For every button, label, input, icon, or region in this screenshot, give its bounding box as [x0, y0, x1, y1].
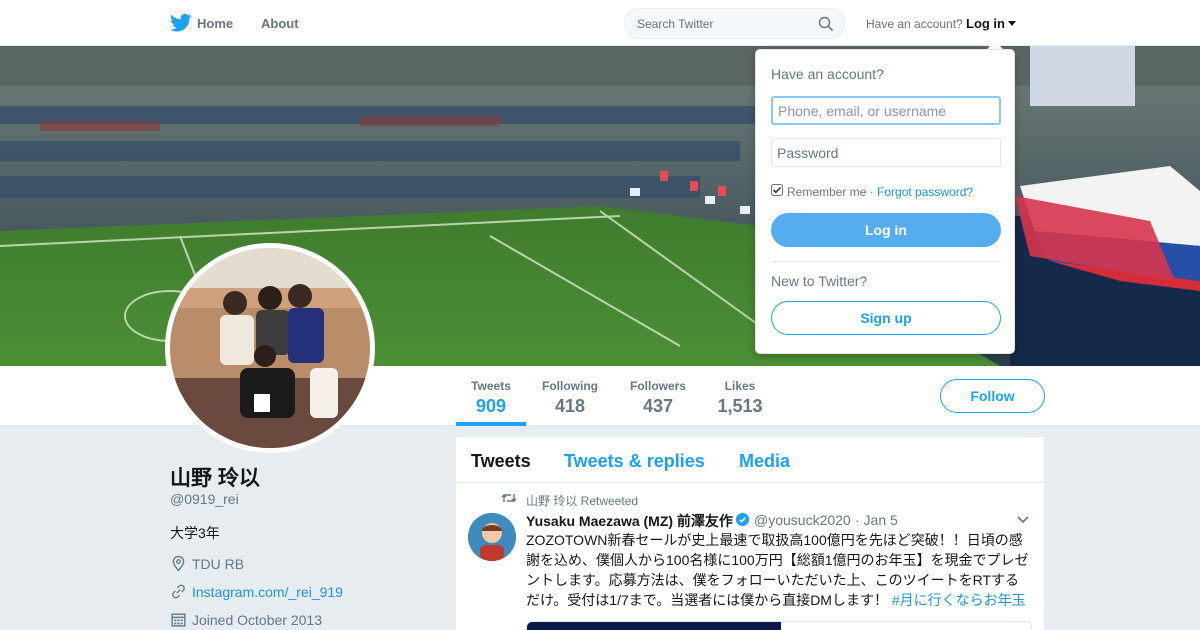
remember-separator: ·: [866, 185, 878, 199]
stat-following-value: 418: [554, 396, 586, 416]
stat-tweets-value: 909: [475, 396, 507, 416]
username-field[interactable]: [771, 96, 1001, 125]
have-account-text: Have an account?: [866, 17, 963, 31]
tweet-author-avatar[interactable]: [468, 513, 516, 561]
profile-name[interactable]: 山野 玲以: [170, 462, 260, 492]
tweet-media-image[interactable]: [527, 622, 781, 630]
follow-button[interactable]: Follow: [940, 379, 1045, 413]
retweet-icon: [501, 494, 517, 502]
login-menu-button[interactable]: Log in: [966, 16, 1005, 31]
verified-badge-icon: [735, 512, 750, 527]
nav-about-link[interactable]: About: [261, 16, 299, 31]
dropdown-divider: [771, 261, 1001, 262]
stat-likes-label: Likes: [724, 379, 756, 393]
nav-home-link[interactable]: Home: [197, 16, 233, 31]
profile-bio: 大学3年: [170, 525, 220, 541]
stat-following[interactable]: Following 418: [541, 379, 599, 417]
chevron-down-icon[interactable]: [1017, 516, 1029, 524]
location-icon: [172, 555, 185, 572]
remember-row: Remember me · Forgot password?: [787, 185, 973, 199]
tweet-text: ZOZOTOWN新春セールが史上最速で取扱高100億円を先ほど突破！！日頃の感謝…: [526, 530, 1032, 610]
tab-tweets[interactable]: Tweets: [471, 451, 531, 472]
retweet-context[interactable]: 山野 玲以 Retweeted: [526, 492, 638, 509]
timeline: Tweets Tweets & replies Media 山野 玲以 Retw…: [456, 437, 1044, 630]
tweet-timestamp[interactable]: · Jan 5: [855, 512, 898, 528]
remember-me-label[interactable]: Remember me: [787, 185, 866, 199]
joined-text: Joined October 2013: [192, 612, 322, 628]
password-field[interactable]: [771, 138, 1001, 167]
login-dropdown-title: Have an account?: [771, 66, 884, 82]
stat-tweets-label: Tweets: [471, 379, 511, 393]
stat-tweets[interactable]: Tweets 909: [470, 379, 512, 417]
link-icon: [172, 584, 185, 599]
website-link[interactable]: Instagram.com/_rei_919: [192, 584, 343, 600]
location-text: TDU RB: [192, 556, 245, 572]
stat-followers[interactable]: Followers 437: [629, 379, 687, 417]
remember-me-checkbox[interactable]: [771, 184, 783, 196]
search-icon[interactable]: [818, 16, 834, 32]
stat-following-label: Following: [542, 379, 598, 393]
tweet-author-name[interactable]: Yusaku Maezawa (MZ) 前澤友作: [526, 511, 733, 531]
tab-media[interactable]: Media: [739, 451, 790, 472]
stat-followers-label: Followers: [629, 379, 686, 393]
stat-followers-value: 437: [642, 396, 674, 416]
calendar-icon: [171, 613, 186, 627]
timeline-tabs: Tweets Tweets & replies Media: [456, 437, 1044, 483]
search-placeholder[interactable]: Search Twitter: [637, 17, 713, 31]
tweet-hashtag[interactable]: #月に行くならお年玉: [892, 592, 1026, 608]
tweet-media[interactable]: [526, 621, 1032, 630]
login-submit-button[interactable]: Log in: [771, 213, 1001, 247]
top-navigation-bar: Home About Search Twitter Have an accoun…: [0, 0, 1200, 46]
caret-down-icon[interactable]: [1008, 21, 1016, 26]
tab-tweets-and-replies[interactable]: Tweets & replies: [564, 451, 705, 472]
login-dropdown: Have an account? Remember me · Forgot pa…: [755, 49, 1015, 354]
twitter-bird-icon[interactable]: [170, 13, 192, 33]
tweet-author-handle[interactable]: @yousuck2020: [754, 512, 851, 528]
forgot-password-link[interactable]: Forgot password?: [877, 185, 973, 199]
active-tab-underline: [456, 422, 526, 426]
signup-button[interactable]: Sign up: [771, 301, 1001, 335]
stat-likes-value: 1,513: [717, 396, 763, 416]
new-to-twitter-text: New to Twitter?: [771, 273, 868, 289]
profile-avatar[interactable]: [165, 243, 375, 453]
search-box[interactable]: Search Twitter: [624, 8, 845, 39]
stat-likes[interactable]: Likes 1,513: [715, 379, 765, 417]
avatar-photo: [170, 248, 370, 448]
profile-handle[interactable]: @0919_rei: [170, 491, 239, 507]
